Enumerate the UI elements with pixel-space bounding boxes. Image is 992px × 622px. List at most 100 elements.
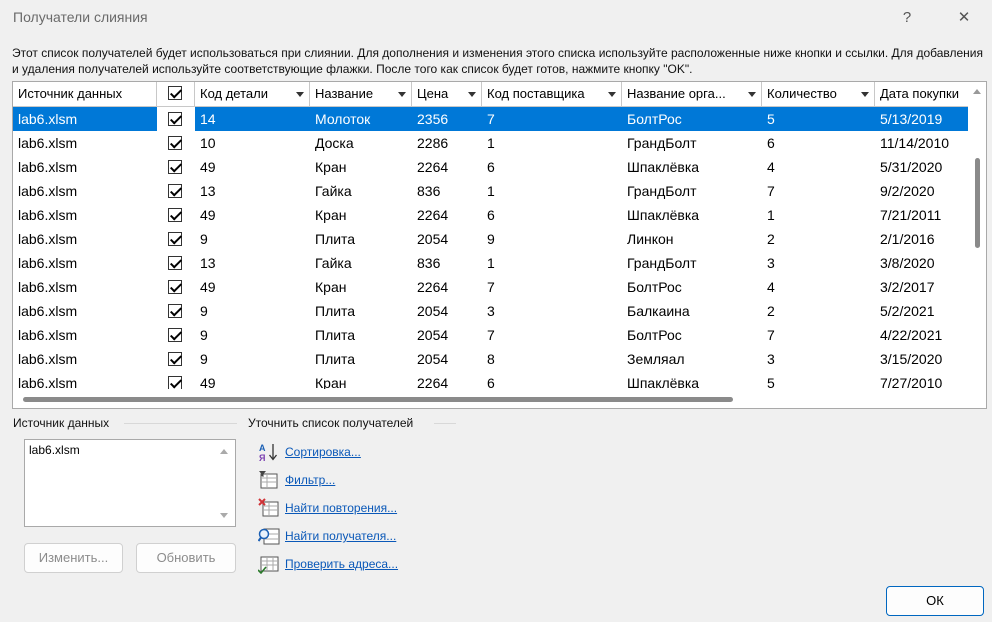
recipient-grid[interactable]: Источник данных Код детали Название Цена… (12, 81, 987, 409)
table-row[interactable]: lab6.xlsm 14 Молоток 2356 7 БолтРос 5 5/13/2019 (13, 107, 968, 131)
header-select-all[interactable] (157, 82, 195, 107)
row-checkbox[interactable] (168, 112, 182, 126)
cell-org-name: Шпаклёвка (627, 375, 700, 390)
cell-supplier-code: 6 (487, 207, 495, 223)
scroll-down-icon[interactable] (220, 513, 228, 518)
validate-addresses-link[interactable]: Проверить адреса... (257, 554, 398, 575)
checkbox-cell[interactable] (157, 155, 195, 179)
chevron-down-icon[interactable] (861, 92, 869, 97)
table-row[interactable]: lab6.xlsm 13 Гайка 836 1 ГрандБолт 3 3/8/2020 (13, 251, 968, 275)
divider (124, 423, 237, 424)
close-button[interactable]: ✕ (941, 0, 987, 34)
checkbox-cell[interactable] (157, 251, 195, 275)
checkbox-cell[interactable] (157, 371, 195, 390)
cell-price: 2054 (417, 351, 449, 367)
horizontal-scrollbar[interactable] (13, 389, 968, 408)
cell-source: lab6.xlsm (18, 303, 78, 319)
sort-link-label[interactable]: Сортировка... (285, 445, 361, 459)
checkbox-cell[interactable] (157, 299, 195, 323)
cell-price: 2054 (417, 327, 449, 343)
find-duplicates-link-label[interactable]: Найти повторения... (285, 501, 397, 515)
cell-purchase-date: 7/21/2011 (880, 207, 942, 223)
cell-org-name: БолтРос (627, 327, 682, 343)
header-supplier-code[interactable]: Код поставщика (482, 82, 622, 107)
scroll-thumb[interactable] (23, 397, 733, 402)
cell-purchase-date: 7/27/2010 (880, 375, 943, 390)
row-checkbox[interactable] (168, 256, 182, 270)
table-row[interactable]: lab6.xlsm 9 Плита 2054 9 Линкон 2 2/1/2016 (13, 227, 968, 251)
chevron-down-icon[interactable] (748, 92, 756, 97)
table-row[interactable]: lab6.xlsm 49 Кран 2264 6 Шпаклёвка 5 7/27/2010 (13, 371, 968, 390)
header-org-name[interactable]: Название орга... (622, 82, 762, 107)
row-checkbox[interactable] (168, 352, 182, 366)
row-checkbox[interactable] (168, 232, 182, 246)
row-checkbox[interactable] (168, 160, 182, 174)
help-button[interactable]: ? (884, 0, 930, 34)
row-checkbox[interactable] (168, 280, 182, 294)
row-checkbox[interactable] (168, 208, 182, 222)
checkbox-cell[interactable] (157, 275, 195, 299)
checkbox-cell[interactable] (157, 131, 195, 155)
chevron-down-icon[interactable] (398, 92, 406, 97)
table-row[interactable]: lab6.xlsm 9 Плита 2054 3 Балкаина 2 5/2/2021 (13, 299, 968, 323)
row-checkbox[interactable] (168, 328, 182, 342)
select-all-checkbox[interactable] (168, 86, 182, 100)
data-source-list[interactable]: lab6.xlsm (24, 439, 236, 527)
chevron-down-icon[interactable] (608, 92, 616, 97)
data-source-item[interactable]: lab6.xlsm (29, 443, 80, 457)
cell-price: 2054 (417, 231, 449, 247)
scroll-thumb[interactable] (975, 158, 980, 248)
row-checkbox[interactable] (168, 184, 182, 198)
checkbox-cell[interactable] (157, 347, 195, 371)
filter-link[interactable]: Фильтр... (258, 470, 335, 490)
checkbox-cell[interactable] (157, 179, 195, 203)
validate-addresses-link-label[interactable]: Проверить адреса... (285, 557, 398, 571)
row-checkbox[interactable] (168, 304, 182, 318)
header-name[interactable]: Название (310, 82, 412, 107)
checkbox-cell[interactable] (157, 227, 195, 251)
sort-link[interactable]: A Я Сортировка... (258, 442, 361, 463)
table-row[interactable]: lab6.xlsm 10 Доска 2286 1 ГрандБолт 6 11/14/201… (13, 131, 968, 155)
cell-source: lab6.xlsm (18, 135, 78, 151)
cell-purchase-date: 5/13/2019 (880, 111, 943, 127)
cell-quantity: 1 (767, 207, 775, 223)
cell-price: 2264 (417, 159, 449, 175)
table-row[interactable]: lab6.xlsm 49 Кран 2264 6 Шпаклёвка 1 7/21/2011 (13, 203, 968, 227)
header-part-code[interactable]: Код детали (195, 82, 310, 107)
row-checkbox[interactable] (168, 376, 182, 390)
row-checkbox[interactable] (168, 136, 182, 150)
refresh-button[interactable]: Обновить (136, 543, 236, 573)
cell-org-name: ГрандБолт (627, 183, 697, 199)
vertical-scrollbar[interactable] (968, 82, 986, 389)
cell-name: Гайка (315, 183, 352, 199)
cell-quantity: 7 (767, 183, 775, 199)
table-row[interactable]: lab6.xlsm 49 Кран 2264 6 Шпаклёвка 4 5/31/2020 (13, 155, 968, 179)
chevron-down-icon[interactable] (296, 92, 304, 97)
header-purchase-date[interactable]: Дата покупки (875, 82, 970, 107)
scroll-up-icon[interactable] (973, 89, 981, 94)
cell-name: Молоток (315, 111, 371, 127)
cell-org-name: БолтРос (627, 111, 682, 127)
table-row[interactable]: lab6.xlsm 13 Гайка 836 1 ГрандБолт 7 9/2/2020 (13, 179, 968, 203)
table-row[interactable]: lab6.xlsm 9 Плита 2054 8 Земляал 3 3/15/2020 (13, 347, 968, 371)
cell-supplier-code: 3 (487, 303, 495, 319)
find-recipient-link-label[interactable]: Найти получателя... (285, 529, 396, 543)
cell-supplier-code: 6 (487, 375, 495, 390)
ok-button[interactable]: ОК (886, 586, 984, 616)
header-quantity[interactable]: Количество (762, 82, 875, 107)
checkbox-cell[interactable] (157, 323, 195, 347)
chevron-down-icon[interactable] (468, 92, 476, 97)
checkbox-cell[interactable] (157, 203, 195, 227)
cell-org-name: Линкон (627, 231, 674, 247)
find-recipient-link[interactable]: Найти получателя... (257, 526, 396, 546)
find-duplicates-link[interactable]: Найти повторения... (258, 498, 397, 518)
checkbox-cell[interactable] (157, 107, 195, 131)
header-source[interactable]: Источник данных (13, 82, 157, 107)
header-price[interactable]: Цена (412, 82, 482, 107)
table-row[interactable]: lab6.xlsm 49 Кран 2264 7 БолтРос 4 3/2/2017 (13, 275, 968, 299)
filter-link-label[interactable]: Фильтр... (285, 473, 335, 487)
cell-quantity: 5 (767, 111, 775, 127)
scroll-up-icon[interactable] (220, 449, 228, 454)
edit-button[interactable]: Изменить... (24, 543, 123, 573)
table-row[interactable]: lab6.xlsm 9 Плита 2054 7 БолтРос 7 4/22/2021 (13, 323, 968, 347)
